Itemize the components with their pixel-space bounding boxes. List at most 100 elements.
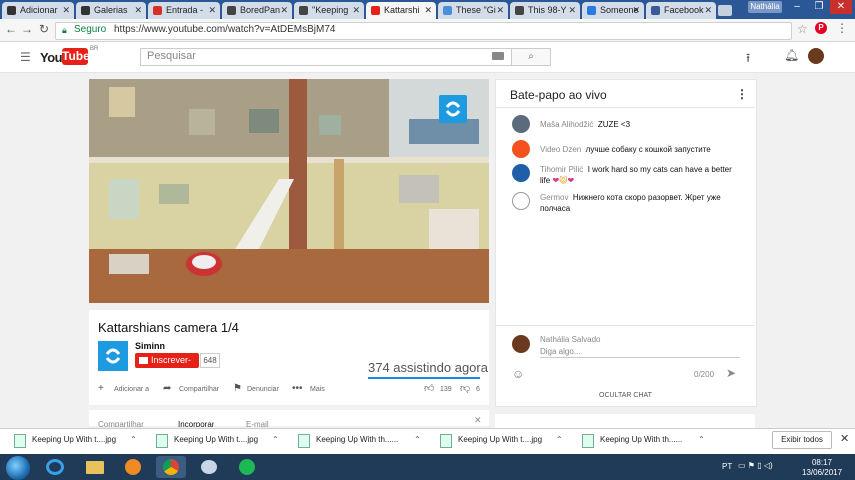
download-item[interactable]: Keeping Up With t....jpg ⌃ <box>440 431 568 449</box>
notification-bell-icon[interactable]: 🔔︎ <box>784 48 799 62</box>
file-explorer-icon[interactable] <box>80 456 110 478</box>
chat-menu-icon[interactable]: ⋮ <box>736 87 748 101</box>
flag-icon[interactable]: ⚑ <box>233 383 242 395</box>
chevron-up-icon[interactable]: ⌃ <box>414 431 421 449</box>
chevron-up-icon[interactable]: ⌃ <box>698 431 705 449</box>
embed-tab[interactable]: Incorporar <box>178 418 214 427</box>
chevron-up-icon[interactable]: ⌃ <box>272 431 279 449</box>
share-tab[interactable]: Compartilhar <box>98 418 144 427</box>
menu-dots-icon[interactable]: ⋮ <box>836 21 848 35</box>
share-icon[interactable]: ➦ <box>163 383 171 395</box>
channel-name[interactable]: Siminn <box>135 341 165 351</box>
chat-input[interactable]: Diga algo... <box>540 347 580 356</box>
profile-chip[interactable]: Nathália <box>748 1 782 13</box>
browser-tab[interactable]: Galerias ✕ <box>76 2 146 19</box>
report-button[interactable]: Denunciar <box>247 385 279 395</box>
system-tray[interactable]: ▭ ⚑ ▯ ◁) <box>738 461 773 470</box>
browser-tab[interactable]: Someone ✕ <box>582 2 644 19</box>
youtube-logo-you[interactable]: You <box>40 50 63 65</box>
close-icon[interactable]: ✕ <box>474 415 482 426</box>
volume-icon[interactable]: ◁) <box>764 461 773 470</box>
close-icon[interactable]: ✕ <box>496 2 504 19</box>
chevron-up-icon[interactable]: ⌃ <box>556 431 563 449</box>
close-icon[interactable]: ✕ <box>632 2 640 19</box>
close-icon[interactable]: ✕ <box>568 2 576 19</box>
forward-icon[interactable]: → <box>20 22 34 36</box>
avatar[interactable] <box>512 115 530 133</box>
chat-author[interactable]: Tihomir Pilić <box>540 165 583 174</box>
close-icon[interactable]: ✕ <box>424 2 432 19</box>
chrome-icon[interactable] <box>156 456 186 478</box>
browser-tab[interactable]: BoredPan ✕ <box>222 2 292 19</box>
close-window-icon[interactable]: ✕ <box>830 0 852 14</box>
chat-author[interactable]: Video Dzen <box>540 145 581 154</box>
clock[interactable]: 08:17 13/06/2017 <box>802 458 842 478</box>
avatar[interactable] <box>512 140 530 158</box>
flag-icon[interactable]: ⚑ <box>748 461 755 470</box>
thumbs-up-icon[interactable]: 👍︎ <box>424 383 434 395</box>
time: 08:17 <box>811 458 833 467</box>
paint-icon[interactable] <box>194 456 224 478</box>
reload-icon[interactable]: ↻ <box>37 22 51 36</box>
back-icon[interactable]: ← <box>4 22 18 36</box>
avatar[interactable] <box>512 192 530 210</box>
subscribe-button[interactable]: Inscrever-se <box>135 353 199 380</box>
close-icon[interactable]: ✕ <box>208 2 216 19</box>
maximize-icon[interactable]: ❐ <box>808 0 830 14</box>
keyboard-icon[interactable] <box>492 52 504 60</box>
new-tab-button[interactable] <box>718 5 732 16</box>
browser-tab[interactable]: "Keeping ✕ <box>294 2 364 19</box>
close-icon[interactable]: ✕ <box>352 2 360 19</box>
hide-chat-button[interactable]: OCULTAR CHAT <box>496 392 755 399</box>
minimize-icon[interactable]: – <box>786 0 808 14</box>
browser-tab[interactable]: This 98-Y ✕ <box>510 2 580 19</box>
browser-tab[interactable]: Entrada - ✕ <box>148 2 220 19</box>
download-item[interactable]: Keeping Up With th...... ⌃ <box>582 431 710 449</box>
browser-tab-active[interactable]: Kattarshi ✕ <box>366 2 436 19</box>
download-item[interactable]: Keeping Up With t....jpg ⌃ <box>156 431 284 449</box>
chevron-up-icon[interactable]: ⌃ <box>130 431 137 449</box>
channel-watermark-icon <box>439 95 467 123</box>
close-icon[interactable]: ✕ <box>704 2 712 19</box>
url-text[interactable]: https://www.youtube.com/watch?v=AtDEMsBj… <box>114 24 335 36</box>
youtube-logo-tube[interactable]: Tube <box>62 48 90 65</box>
more-button[interactable]: Mais <box>310 385 325 395</box>
download-item[interactable]: Keeping Up With t....jpg ⌃ <box>14 431 142 449</box>
chat-author[interactable]: Germov <box>540 193 568 202</box>
avatar[interactable] <box>512 164 530 182</box>
video-player[interactable] <box>89 79 489 303</box>
download-filename: Keeping Up With t....jpg <box>32 435 117 444</box>
thumbs-down-icon[interactable]: 👎︎ <box>460 383 470 395</box>
close-icon[interactable]: ✕ <box>134 2 142 19</box>
send-icon[interactable]: ➤ <box>726 366 736 380</box>
chat-author[interactable]: Maša Alihodžić <box>540 120 593 129</box>
spotify-icon[interactable] <box>232 456 262 478</box>
browser-tab[interactable]: Facebook ✕ <box>646 2 716 19</box>
windows-start-icon[interactable] <box>6 456 30 480</box>
emoji-icon[interactable]: ☺ <box>512 367 524 381</box>
pinterest-icon[interactable]: P <box>815 22 827 34</box>
avatar[interactable] <box>808 48 824 64</box>
close-icon[interactable]: ✕ <box>62 2 70 19</box>
hamburger-icon[interactable]: ☰ <box>20 50 31 64</box>
internet-explorer-icon[interactable] <box>40 456 70 478</box>
search-button[interactable]: ⌕ <box>511 48 551 66</box>
more-icon[interactable]: ••• <box>292 383 303 395</box>
show-all-downloads-button[interactable]: Exibir todos <box>772 431 832 449</box>
language-indicator[interactable]: PT <box>722 462 732 471</box>
close-icon[interactable]: ✕ <box>280 2 288 19</box>
share-button[interactable]: Compartilhar <box>179 385 219 395</box>
browser-tab[interactable]: These "Gi ✕ <box>438 2 508 19</box>
add-icon[interactable]: + <box>98 383 104 395</box>
add-to-button[interactable]: Adicionar a <box>114 385 149 395</box>
channel-avatar[interactable] <box>98 341 128 371</box>
network-icon[interactable]: ▯ <box>757 461 761 470</box>
star-icon[interactable]: ☆ <box>797 22 808 36</box>
email-tab[interactable]: E-mail <box>246 418 269 427</box>
close-icon[interactable]: ✕ <box>840 432 849 445</box>
browser-tab[interactable]: Adicionar ✕ <box>2 2 74 19</box>
battery-icon[interactable]: ▭ <box>738 461 746 470</box>
upload-icon[interactable]: ⭱ <box>746 49 750 70</box>
media-player-icon[interactable] <box>118 456 148 478</box>
download-item[interactable]: Keeping Up With th...... ⌃ <box>298 431 426 449</box>
